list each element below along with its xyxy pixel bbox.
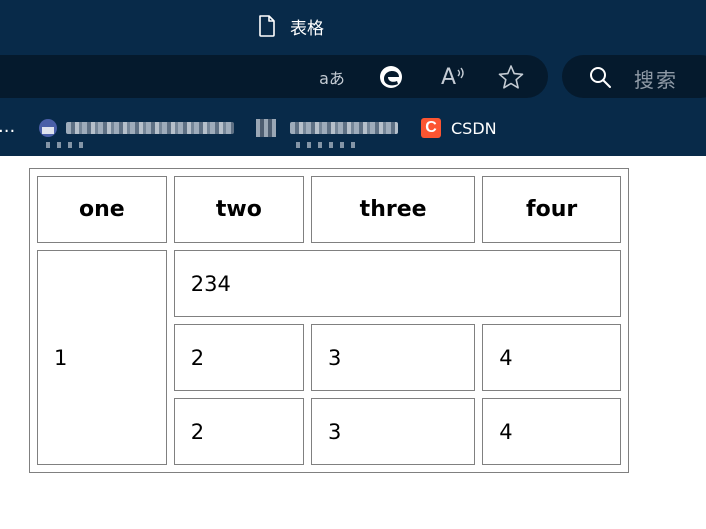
search-placeholder: 搜索 (634, 68, 678, 92)
blurred-bookmark-label (66, 122, 234, 134)
edge-logo (380, 66, 402, 88)
header-cell: three (310, 176, 476, 243)
table-cell: 3 (310, 398, 476, 465)
header-cell: one (37, 176, 167, 243)
header-cell: four (482, 176, 621, 243)
bookmarks-bar: ... C CSDN (0, 112, 706, 152)
site-favicon-icon (39, 119, 57, 137)
favorite-star-icon[interactable] (497, 63, 525, 91)
table-row: 1 234 (37, 250, 621, 465)
csdn-letter: C (425, 119, 437, 136)
blurred-fragment (296, 142, 358, 148)
blurred-bookmark-label (290, 122, 398, 134)
search-icon (590, 67, 611, 88)
merged-cell-col1: 1 (37, 250, 167, 465)
table-cell: 2 (173, 398, 304, 465)
bookmark-item-blurred-2[interactable] (256, 118, 398, 138)
header-cell: two (173, 176, 304, 243)
bookmark-item-blurred-1[interactable] (38, 118, 234, 138)
sound-waves (457, 67, 464, 79)
bookmark-csdn[interactable]: C CSDN (421, 118, 497, 138)
demo-table: one two three four 1 234 2 3 4 2 3 4 (29, 168, 629, 473)
table-cell: 4 (482, 398, 621, 465)
csdn-icon: C (421, 118, 441, 138)
search-box[interactable]: 搜索 (562, 55, 706, 98)
document-icon (259, 15, 275, 37)
blurred-fragment (46, 142, 86, 148)
table-cell: 3 (310, 324, 476, 391)
star-shape (498, 65, 524, 89)
table-cell: 2 (173, 324, 304, 391)
tab-active[interactable]: 表格 (258, 12, 324, 40)
site-favicon-icon (256, 119, 276, 137)
translate-icon[interactable]: aあ (318, 63, 346, 91)
address-bar[interactable]: aあ A (0, 55, 548, 98)
merged-cell-row: 234 (173, 250, 621, 317)
read-aloud-glyph: A (440, 64, 457, 90)
bookmarks-overflow[interactable]: ... (0, 116, 15, 137)
table-cell: 4 (482, 324, 621, 391)
tab-title: 表格 (290, 18, 324, 39)
csdn-label: CSDN (451, 118, 497, 138)
read-aloud-icon[interactable]: A (439, 63, 467, 91)
browser-chrome: 表格 aあ A 搜索 .. C CSDN (0, 0, 706, 156)
translate-glyph: aあ (319, 69, 345, 88)
table-header-row: one two three four (37, 176, 621, 243)
edge-icon[interactable] (377, 63, 405, 91)
